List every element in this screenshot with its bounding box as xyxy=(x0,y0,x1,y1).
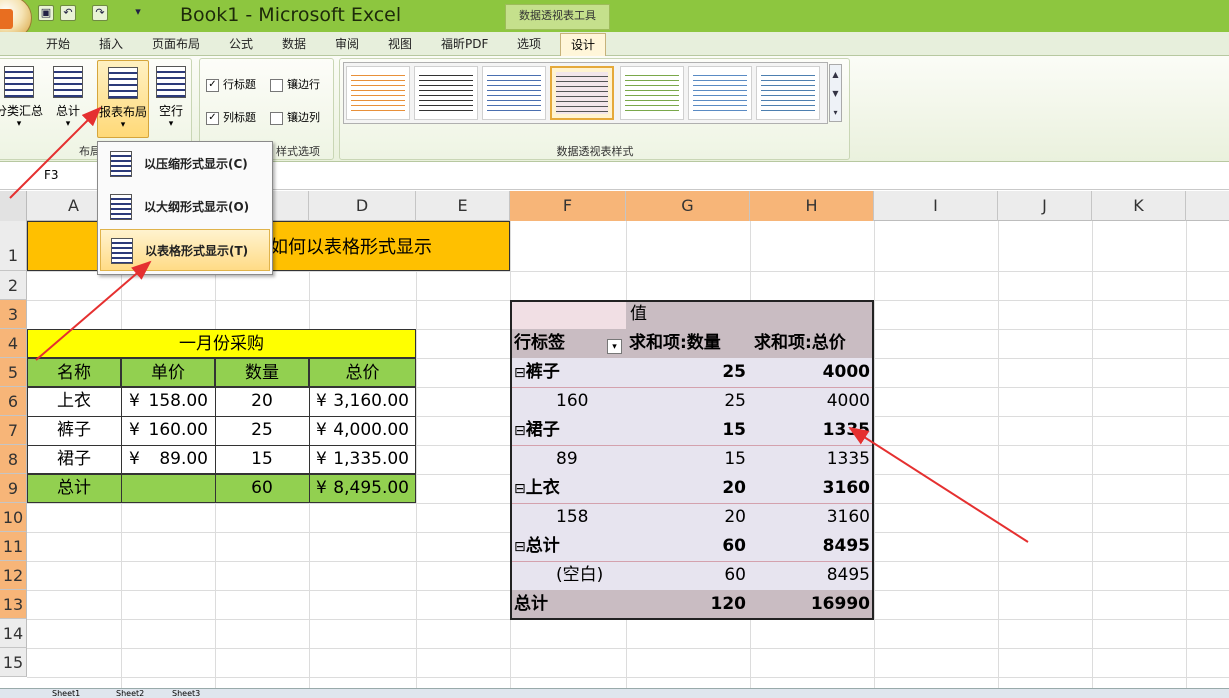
arrow-to-tabular-form xyxy=(35,260,152,361)
annotation-arrows xyxy=(9,106,1029,543)
arrow-to-report-layout xyxy=(9,106,102,199)
arrow-to-pivot-value xyxy=(848,426,1029,543)
